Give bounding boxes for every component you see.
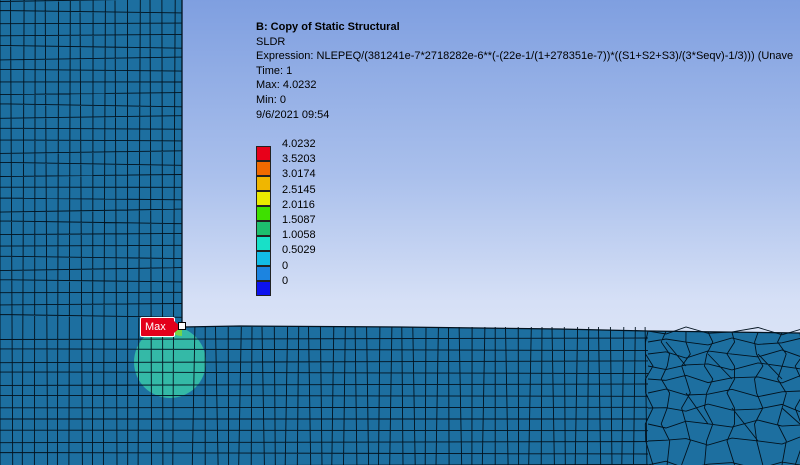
legend-label: 0.5029	[282, 244, 316, 257]
legend-label: 0	[282, 274, 289, 287]
legend-swatch	[256, 176, 271, 191]
result-max: Max: 4.0232	[256, 79, 317, 92]
legend-swatch	[256, 281, 271, 296]
legend-swatch	[256, 251, 271, 266]
legend-label: 3.5203	[282, 153, 316, 166]
result-annotation: B: Copy of Static Structural SLDR Expres…	[256, 20, 793, 122]
contour-legend[interactable]: 4.0232 3.5203 3.0174 2.5145 2.0116 1.5087 1.00…	[256, 138, 336, 298]
max-probe-marker	[178, 322, 186, 330]
legend-label: 1.0058	[282, 229, 316, 242]
result-name: SLDR	[256, 35, 286, 48]
legend-label: 2.5145	[282, 183, 316, 196]
max-probe-label[interactable]: Max	[140, 317, 181, 337]
legend-swatch	[256, 191, 271, 206]
legend-swatch	[256, 206, 271, 221]
legend-swatch	[256, 161, 271, 176]
result-date: 9/6/2021 09:54	[256, 108, 330, 121]
legend-label: 0	[282, 259, 289, 272]
legend-swatch	[256, 146, 271, 161]
legend-swatch	[256, 266, 271, 281]
result-expression: Expression: NLEPEQ/(381241e-7*2718282e-6…	[256, 50, 794, 63]
legend-label: 4.0232	[282, 138, 316, 150]
result-title: B: Copy of Static Structural	[256, 21, 400, 33]
legend-label: 2.0116	[282, 198, 315, 211]
graphics-viewport[interactable]: B: Copy of Static Structural SLDR Expres…	[0, 0, 800, 465]
result-time: Time: 1	[256, 64, 293, 77]
result-min: Min: 0	[256, 93, 286, 106]
legend-swatch	[256, 236, 271, 251]
legend-label: 3.0174	[282, 168, 316, 181]
legend-label: 1.5087	[282, 214, 316, 226]
legend-swatch	[256, 221, 271, 236]
